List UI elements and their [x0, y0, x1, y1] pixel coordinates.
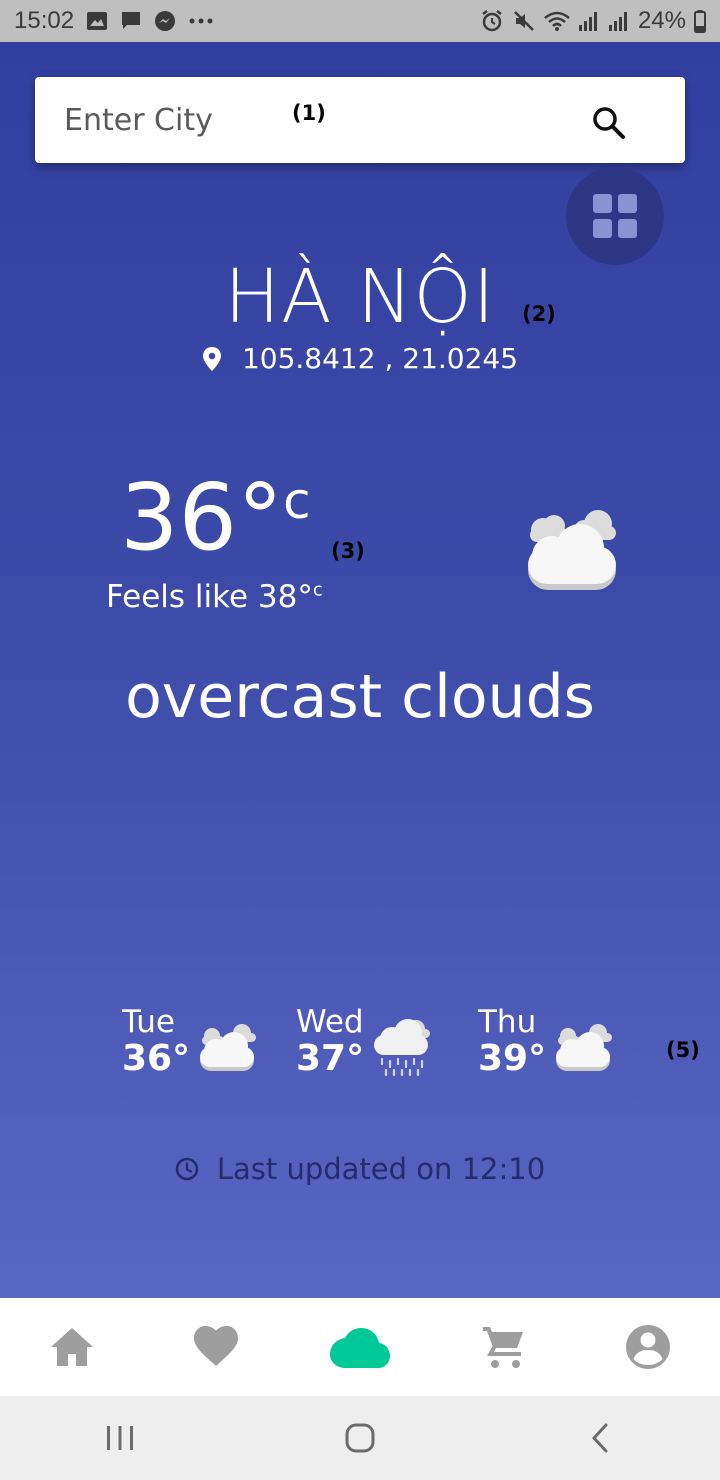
forecast-day: Thu 39°: [478, 1005, 614, 1079]
back-button[interactable]: [570, 1408, 630, 1468]
messenger-icon: [154, 10, 176, 32]
home-circle-icon: [345, 1423, 375, 1453]
forecast-day-name: Tue: [122, 1004, 175, 1040]
forecast-day-name: Wed: [296, 1004, 364, 1040]
recent-apps-icon: [107, 1426, 133, 1450]
current-temperature: 36°c: [120, 472, 311, 564]
search-bar: (1): [35, 77, 685, 163]
cloud-icon: [330, 1328, 390, 1368]
battery-percent: 24%: [637, 7, 686, 34]
nav-cart[interactable]: [468, 1317, 540, 1377]
clouds-icon: [200, 1023, 257, 1071]
image-icon: [86, 11, 108, 31]
temperature-value: 36°: [120, 464, 284, 571]
location-pin-icon: [202, 346, 221, 371]
forecast-day: Wed 37°: [296, 1005, 432, 1079]
heart-icon: [194, 1326, 238, 1366]
status-bar: 15:02 24%: [0, 0, 720, 42]
chat-icon: [120, 10, 142, 32]
search-icon: [593, 107, 625, 139]
grid-icon: [593, 194, 637, 238]
nav-weather[interactable]: [324, 1317, 396, 1377]
nav-account[interactable]: [612, 1317, 684, 1377]
forecast-day: Tue 36°: [122, 1005, 258, 1079]
feels-like: Feels like 38°c: [106, 579, 323, 615]
feels-like-unit: c: [312, 579, 323, 601]
account-icon: [626, 1325, 670, 1369]
mute-icon: [512, 9, 536, 33]
home-icon: [51, 1328, 93, 1366]
system-navigation: [0, 1396, 720, 1480]
back-icon: [591, 1423, 608, 1453]
grid-menu-button[interactable]: [566, 167, 664, 265]
clouds-icon: [522, 502, 622, 597]
rain-cloud-icon: [374, 1018, 431, 1076]
coordinates: 105.8412 , 21.0245: [0, 342, 720, 375]
city-name: HÀ NỘI: [224, 254, 496, 340]
alarm-icon: [480, 9, 504, 33]
clouds-icon: [556, 1023, 613, 1071]
forecast-temp: 37°: [296, 1038, 365, 1080]
temperature-unit: c: [283, 472, 311, 530]
more-dots-icon: [188, 17, 214, 25]
home-button[interactable]: [330, 1408, 390, 1468]
annotation-marker: (2): [522, 302, 556, 326]
signal-icon: [608, 10, 630, 32]
annotation-marker: (1): [292, 101, 326, 125]
feels-like-text: Feels like 38°: [106, 579, 313, 615]
last-updated: Last updated on 12:10: [0, 1152, 720, 1186]
coordinates-text: 105.8412 , 21.0245: [241, 342, 519, 375]
forecast-temp: 39°: [478, 1038, 547, 1080]
signal-icon: [578, 10, 600, 32]
wifi-icon: [544, 10, 570, 32]
weather-main: (1) HÀ NỘI (2) 105.8412 , 21.0245 36°c (…: [0, 42, 720, 1298]
nav-home[interactable]: [36, 1317, 108, 1377]
status-time: 15:02: [14, 7, 75, 34]
bottom-navigation: [0, 1298, 720, 1396]
annotation-marker: (3): [331, 539, 365, 563]
clock-icon: [175, 1157, 199, 1181]
recent-apps-button[interactable]: [90, 1408, 150, 1468]
forecast-day-name: Thu: [478, 1004, 537, 1040]
last-updated-text: Last updated on 12:10: [216, 1152, 546, 1186]
search-button[interactable]: [591, 105, 627, 141]
annotation-marker: (5): [666, 1038, 700, 1062]
nav-favorites[interactable]: [180, 1317, 252, 1377]
weather-description: overcast clouds: [125, 662, 595, 732]
cart-icon: [483, 1327, 523, 1368]
forecast-temp: 36°: [122, 1038, 191, 1080]
battery-icon: [694, 9, 706, 33]
